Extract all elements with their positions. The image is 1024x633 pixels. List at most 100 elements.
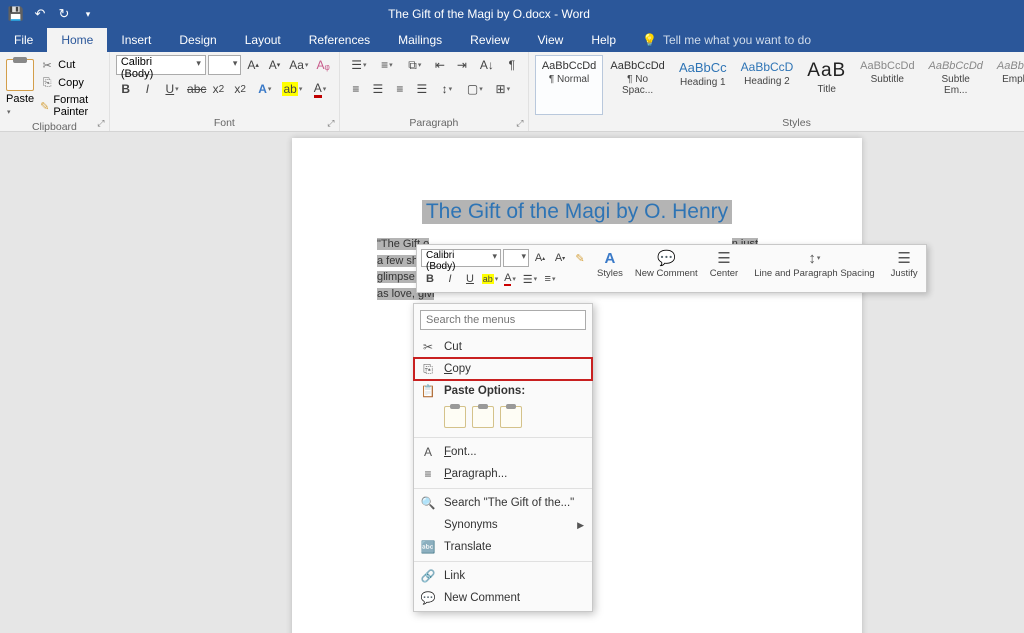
style-item[interactable]: AaBbCcDdEmphasis <box>990 55 1024 115</box>
style-sample: AaB <box>807 60 846 82</box>
subscript-button[interactable]: x2 <box>209 79 229 99</box>
tab-file[interactable]: File <box>0 28 47 52</box>
paste-merge-button[interactable] <box>472 406 494 428</box>
tab-insert[interactable]: Insert <box>107 28 165 52</box>
mini-bold-button[interactable]: B <box>421 270 439 288</box>
style-name-label: Subtitle <box>860 74 914 85</box>
increase-indent-button[interactable]: ⇥ <box>452 55 472 75</box>
tell-me-search[interactable]: 💡 Tell me what you want to do <box>642 33 811 52</box>
bullets-button[interactable]: ☰▾ <box>346 55 372 75</box>
style-item[interactable]: AaBbCcDdSubtitle <box>853 55 921 115</box>
context-menu: ✂ Cut ⎘ Copy 📋 Paste Options: A Font... … <box>413 303 593 612</box>
shading-button[interactable]: ▢▾ <box>462 79 488 99</box>
sort-button[interactable]: A↓ <box>474 55 500 75</box>
strikethrough-button[interactable]: abc <box>187 79 207 99</box>
context-link[interactable]: 🔗 Link <box>414 565 592 587</box>
group-paragraph: ☰▾ ≡▾ ⧉▾ ⇤ ⇥ A↓ ¶ ≡ ☰ ≡ ☰ ↕▾ ▢▾ ⊞▾ Parag… <box>340 52 529 131</box>
mini-font-combo[interactable]: Calibri (Body) <box>421 249 501 267</box>
change-case-button[interactable]: Aa▾ <box>286 55 311 75</box>
context-copy[interactable]: ⎘ Copy <box>414 358 592 380</box>
tab-design[interactable]: Design <box>165 28 230 52</box>
mini-grow-font-button[interactable]: A▴ <box>531 249 549 267</box>
mini-center-button[interactable]: ☰ Center <box>704 247 745 290</box>
mini-shrink-font-button[interactable]: A▾ <box>551 249 569 267</box>
tab-review[interactable]: Review <box>456 28 523 52</box>
copy-label: Copy <box>58 77 84 89</box>
group-styles-label: Styles <box>535 115 1024 129</box>
context-translate[interactable]: 🔤 Translate <box>414 536 592 558</box>
underline-button[interactable]: U▾ <box>159 79 185 99</box>
bold-button[interactable]: B <box>116 79 136 99</box>
mini-italic-button[interactable]: I <box>441 270 459 288</box>
tab-mailings[interactable]: Mailings <box>384 28 456 52</box>
undo-icon[interactable]: ↶ <box>32 6 48 22</box>
grow-font-button[interactable]: A▴ <box>243 55 262 75</box>
show-marks-button[interactable]: ¶ <box>502 55 522 75</box>
mini-new-comment-button[interactable]: 💬 New Comment <box>629 247 704 290</box>
font-size-combo[interactable] <box>208 55 242 75</box>
shrink-font-button[interactable]: A▾ <box>265 55 284 75</box>
mini-numbering-button[interactable]: ≡▾ <box>541 270 559 288</box>
font-launcher-icon[interactable]: ⤢ <box>325 117 337 129</box>
mini-size-combo[interactable] <box>503 249 529 267</box>
style-item[interactable]: AaBbCcHeading 1 <box>672 55 734 115</box>
paste-keep-source-button[interactable] <box>444 406 466 428</box>
text-effects-button[interactable]: A▾ <box>252 79 278 99</box>
line-spacing-button[interactable]: ↕▾ <box>434 79 460 99</box>
qat-customize-icon[interactable]: ▾ <box>80 6 96 22</box>
context-new-comment[interactable]: 💬 New Comment <box>414 587 592 609</box>
mini-justify-button[interactable]: ☰ Justify <box>885 247 924 290</box>
style-item[interactable]: AaBbCcDd¶ No Spac... <box>603 55 672 115</box>
context-menu-search[interactable] <box>420 310 586 330</box>
tab-home[interactable]: Home <box>47 28 107 52</box>
mini-line-spacing-button[interactable]: ↕▾ Line and Paragraph Spacing <box>744 247 884 290</box>
copy-button[interactable]: ⎘Copy <box>38 75 103 91</box>
clear-formatting-button[interactable]: Aᵩ <box>313 55 332 75</box>
multilevel-button[interactable]: ⧉▾ <box>402 55 428 75</box>
decrease-indent-button[interactable]: ⇤ <box>430 55 450 75</box>
align-center-button[interactable]: ☰ <box>368 79 388 99</box>
tab-references[interactable]: References <box>295 28 384 52</box>
font-color-button[interactable]: A▾ <box>307 79 333 99</box>
clipboard-launcher-icon[interactable]: ⤢ <box>95 117 107 129</box>
mini-styles-button[interactable]: A Styles <box>591 247 629 290</box>
align-left-button[interactable]: ≡ <box>346 79 366 99</box>
paragraph-launcher-icon[interactable]: ⤢ <box>514 117 526 129</box>
paste-text-only-button[interactable] <box>500 406 522 428</box>
style-item[interactable]: AaBbCcDHeading 2 <box>734 55 801 115</box>
format-painter-button[interactable]: ✎Format Painter <box>38 93 103 119</box>
style-item[interactable]: AaBbCcDdSubtle Em... <box>922 55 990 115</box>
context-search[interactable]: 🔍 Search "The Gift of the..." <box>414 492 592 514</box>
tab-layout[interactable]: Layout <box>231 28 295 52</box>
style-item[interactable]: AaBbCcDd¶ Normal <box>535 55 603 115</box>
mini-font-color-button[interactable]: A▾ <box>501 270 519 288</box>
mini-bullets-button[interactable]: ☰▾ <box>521 270 539 288</box>
context-cut[interactable]: ✂ Cut <box>414 336 592 358</box>
context-search-label: Search "The Gift of the..." <box>444 497 574 509</box>
tab-view[interactable]: View <box>524 28 578 52</box>
numbering-button[interactable]: ≡▾ <box>374 55 400 75</box>
document-title[interactable]: The Gift of the Magi by O. Henry <box>422 200 732 224</box>
highlight-button[interactable]: ab▾ <box>280 79 306 99</box>
italic-button[interactable]: I <box>138 79 158 99</box>
mini-highlight-button[interactable]: ab▾ <box>481 270 499 288</box>
borders-button[interactable]: ⊞▾ <box>490 79 516 99</box>
style-item[interactable]: AaBTitle <box>800 55 853 115</box>
align-right-button[interactable]: ≡ <box>390 79 410 99</box>
justify-button[interactable]: ☰ <box>412 79 432 99</box>
save-icon[interactable]: 💾 <box>8 6 24 22</box>
cut-button[interactable]: ✂Cut <box>38 57 103 73</box>
superscript-button[interactable]: x2 <box>230 79 250 99</box>
context-synonyms[interactable]: Synonyms ▶ <box>414 514 592 536</box>
context-paragraph[interactable]: ≡ Paragraph... <box>414 463 592 485</box>
tab-help[interactable]: Help <box>577 28 630 52</box>
mini-format-painter-button[interactable]: ✎ <box>571 249 589 267</box>
paste-button[interactable]: Paste▾ <box>6 55 34 119</box>
redo-icon[interactable]: ↻ <box>56 6 72 22</box>
context-font[interactable]: A Font... <box>414 441 592 463</box>
context-paste-header-label: Paste Options: <box>444 385 525 397</box>
mini-underline-button[interactable]: U <box>461 270 479 288</box>
font-name-combo[interactable]: Calibri (Body) <box>116 55 206 75</box>
context-search-input[interactable] <box>420 310 586 330</box>
lightbulb-icon: 💡 <box>642 33 657 47</box>
